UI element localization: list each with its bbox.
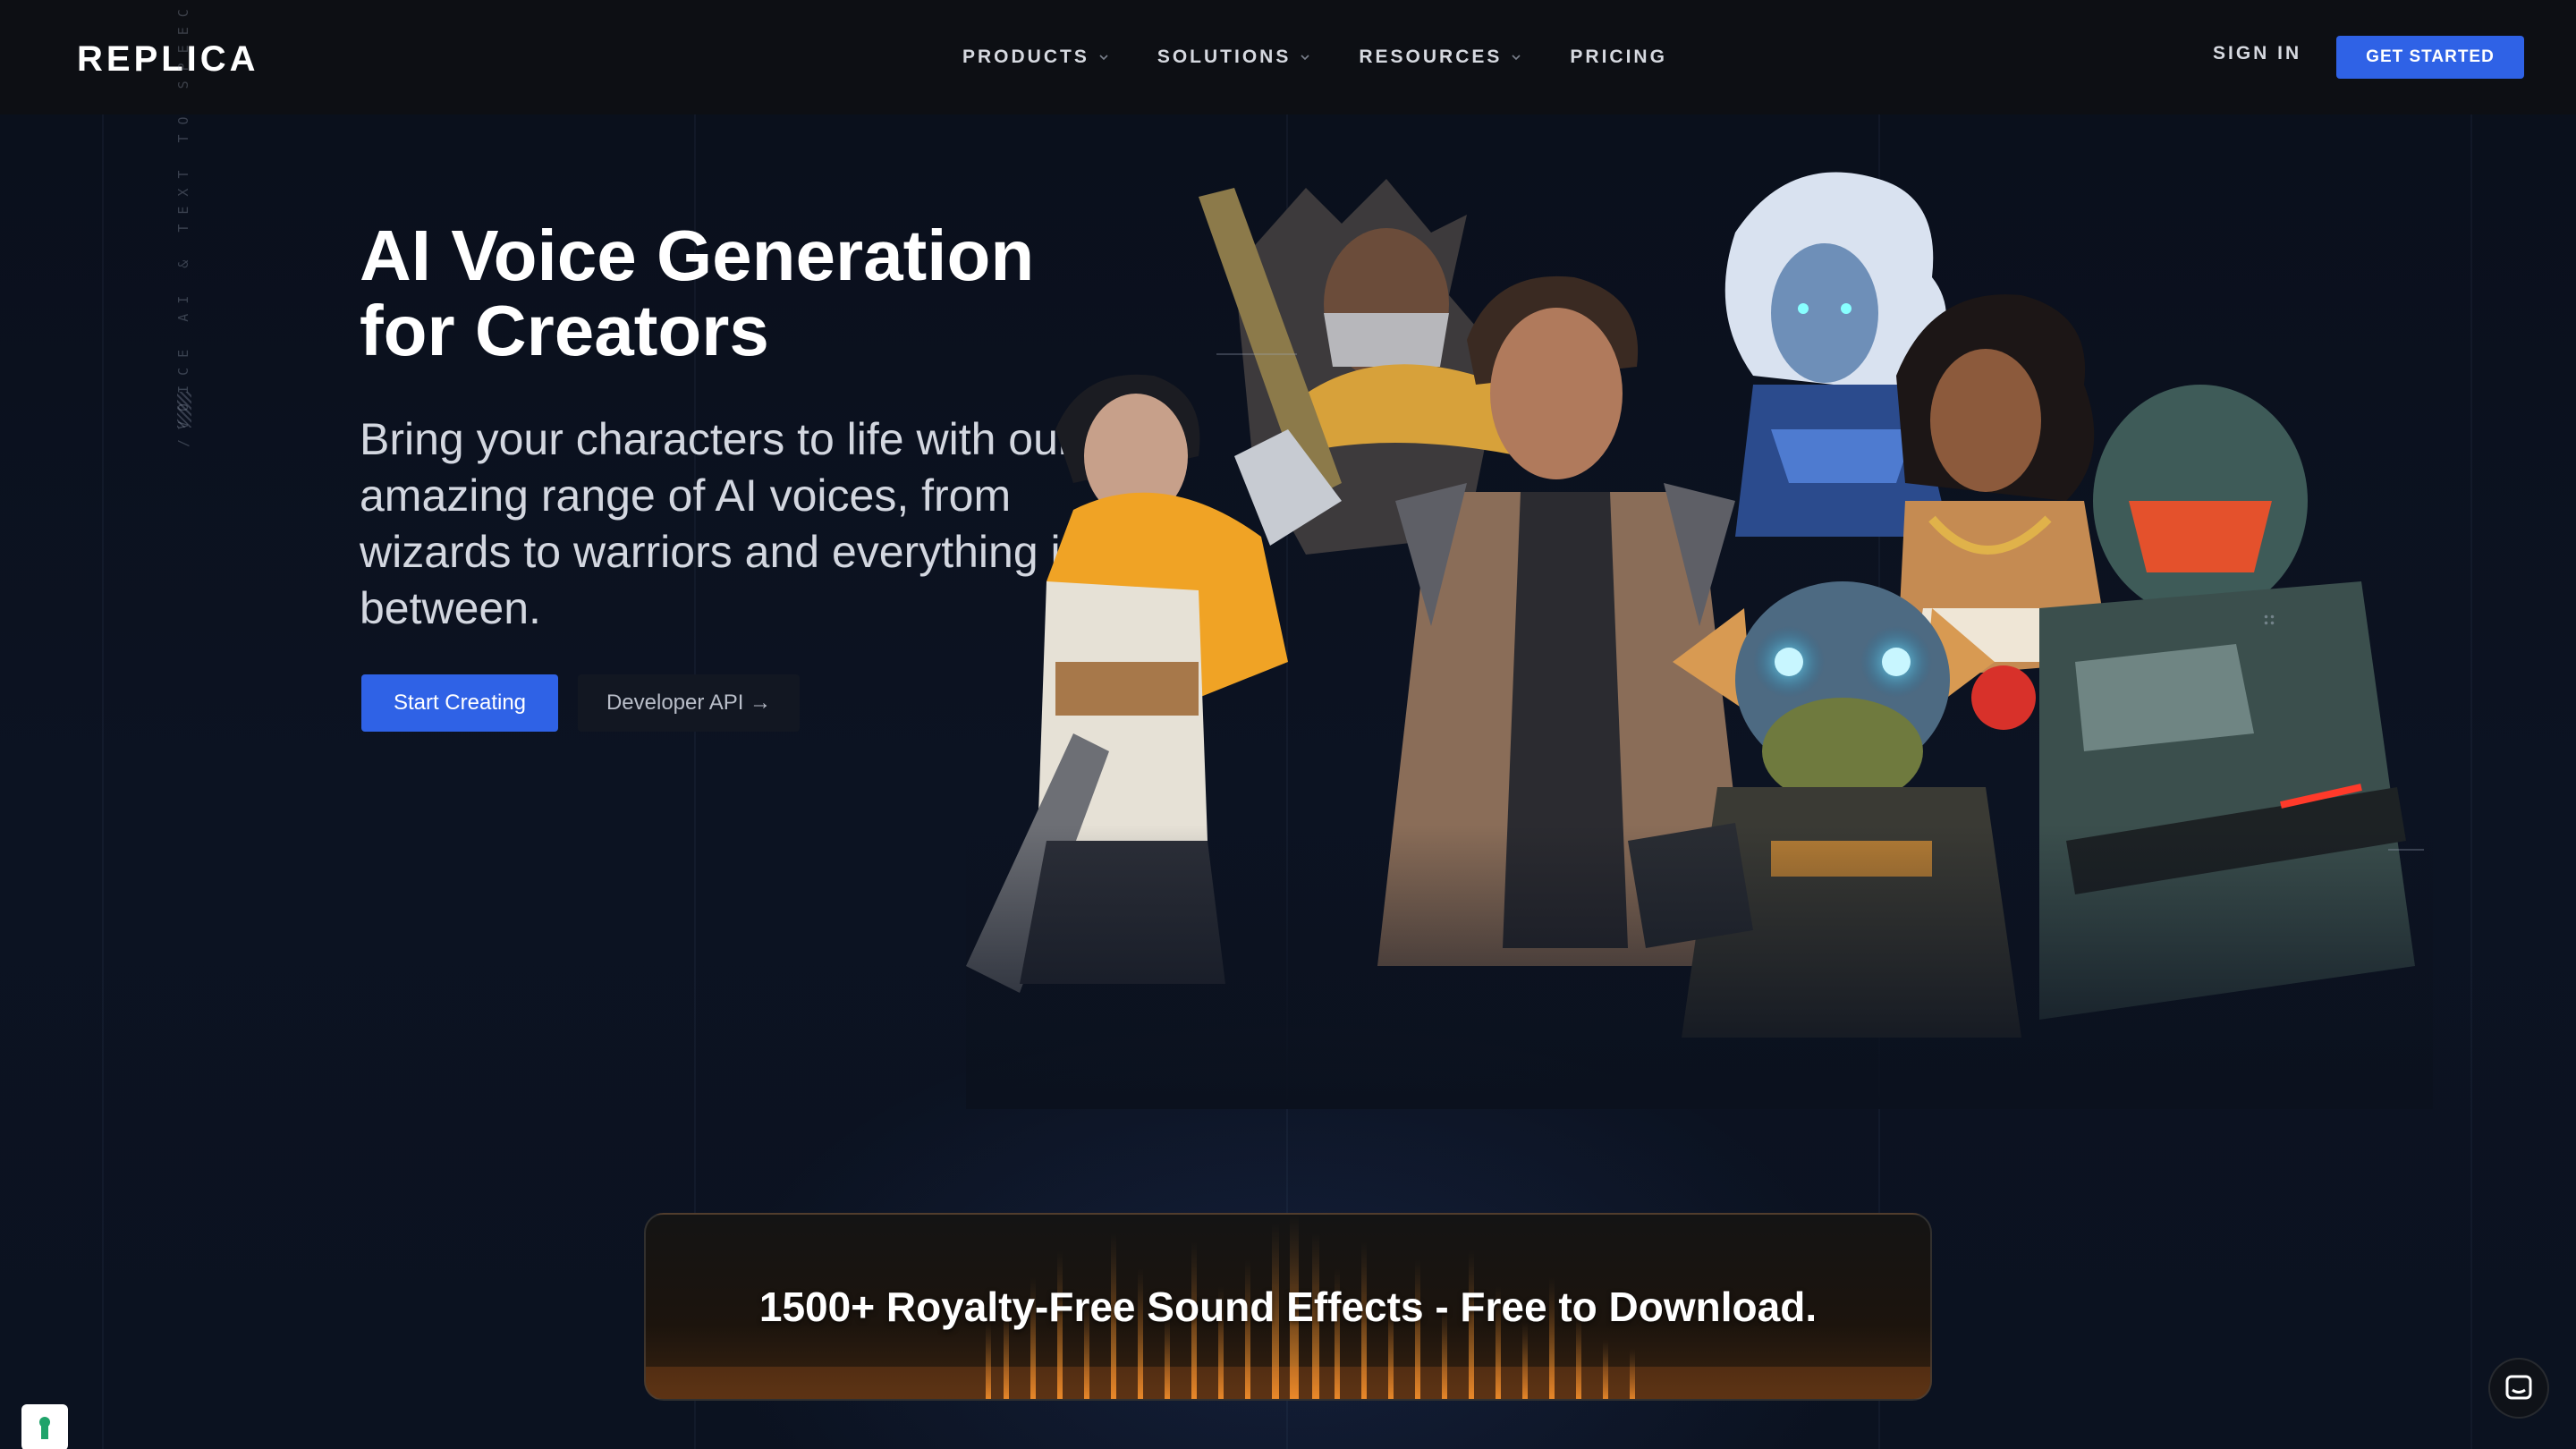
chevron-down-icon <box>1099 55 1108 61</box>
chevron-down-icon <box>1512 55 1521 61</box>
developer-api-button[interactable]: Developer API → <box>578 674 800 732</box>
page: REPLICA PRODUCTS SOLUTIONS RESOURCES PRI… <box>0 0 2576 1449</box>
nav-item-label: SOLUTIONS <box>1157 47 1292 67</box>
grid-line <box>2470 114 2472 1449</box>
hero-characters-illustration <box>966 161 2433 1109</box>
side-vertical-label: /VOICE AI & TEXT TO SPEECH <box>175 0 191 447</box>
chevron-down-icon <box>1301 55 1309 61</box>
nav-item-label: RESOURCES <box>1359 47 1503 67</box>
banner-text: 1500+ Royalty-Free Sound Effects - Free … <box>758 1284 1818 1330</box>
get-started-button[interactable]: GET STARTED <box>2336 36 2524 79</box>
keyhole-icon <box>39 1417 50 1439</box>
nav-item-resources[interactable]: RESOURCES <box>1359 47 1521 68</box>
nav-item-products[interactable]: PRODUCTS <box>962 47 1109 68</box>
cookie-consent-button[interactable] <box>21 1404 68 1449</box>
dots-decoration <box>2263 614 2275 626</box>
start-creating-button[interactable]: Start Creating <box>361 674 558 732</box>
chat-launcher-button[interactable] <box>2488 1358 2549 1419</box>
brand-logo[interactable]: REPLICA <box>77 39 259 80</box>
nav-item-pricing[interactable]: PRICING <box>1570 47 1667 68</box>
nav-item-label: PRICING <box>1570 47 1667 67</box>
sound-effects-banner[interactable]: 1500+ Royalty-Free Sound Effects - Free … <box>644 1213 1932 1401</box>
chat-icon <box>2505 1375 2532 1400</box>
sign-in-link[interactable]: SIGN IN <box>2213 43 2301 64</box>
top-nav: REPLICA PRODUCTS SOLUTIONS RESOURCES PRI… <box>0 0 2576 114</box>
nav-item-label: PRODUCTS <box>962 47 1089 67</box>
grid-line <box>102 114 104 1449</box>
nav-item-solutions[interactable]: SOLUTIONS <box>1157 47 1311 68</box>
nav-links: PRODUCTS SOLUTIONS RESOURCES PRICING <box>962 0 1667 114</box>
